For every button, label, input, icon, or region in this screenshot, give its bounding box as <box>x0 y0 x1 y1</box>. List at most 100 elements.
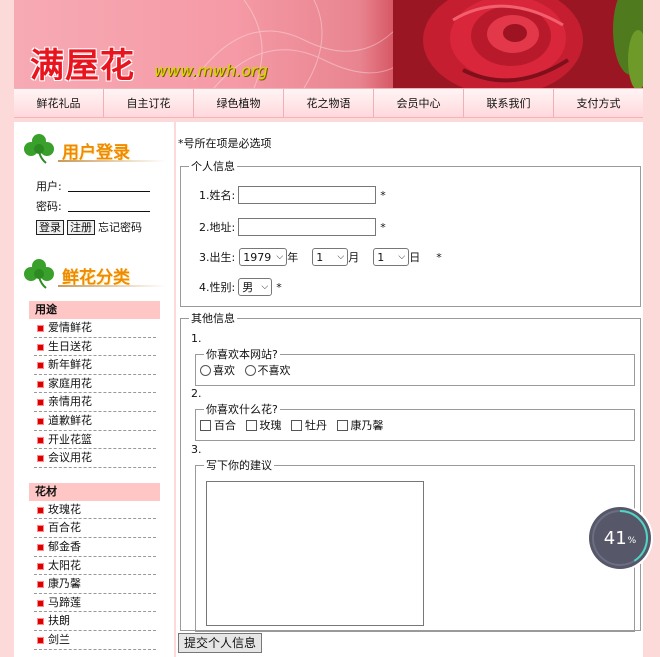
personal-info-fieldset: 个人信息 1.姓名: * 2.地址: * 3.出生: 1979 ⌵ 年 1 ⌵ … <box>180 158 641 307</box>
chevron-down-icon: ⌵ <box>398 252 406 262</box>
list-item[interactable]: 马蹄莲 <box>34 594 156 613</box>
main-content: *号所在项是必选项 个人信息 1.姓名: * 2.地址: * 3.出生: 197… <box>176 122 643 657</box>
checkbox-label: 牡丹 <box>305 419 327 432</box>
list-item[interactable]: 爱情鲜花 <box>34 319 156 338</box>
other-info-legend: 其他信息 <box>191 312 235 325</box>
list-item[interactable]: 百合花 <box>34 519 156 538</box>
list-item[interactable]: 郁金香 <box>34 538 156 557</box>
checkbox-peony[interactable]: 牡丹 <box>291 417 327 433</box>
progress-unit: % <box>627 536 637 546</box>
checkbox[interactable] <box>336 419 348 431</box>
birth-day-select[interactable]: 1 ⌵ <box>373 248 410 266</box>
title-underline <box>58 160 166 162</box>
nav-item-green-plants[interactable]: 绿色植物 <box>194 89 284 117</box>
clover-icon <box>24 134 54 164</box>
checkbox-label: 玫瑰 <box>259 419 282 432</box>
nav-item-flower-stories[interactable]: 花之物语 <box>284 89 374 117</box>
question-1-fieldset: 你喜欢本网站? 喜欢 不喜欢 <box>195 346 635 386</box>
checkbox[interactable] <box>291 419 302 431</box>
gender-row: 4.性别: 男 ⌵ * <box>199 278 282 296</box>
name-input[interactable] <box>238 186 377 204</box>
list-item[interactable]: 会议用花 <box>34 449 156 468</box>
address-row: 2.地址: * <box>199 218 386 236</box>
header-banner: 满屋花 www.mwh.org <box>14 0 643 88</box>
radio-label: 喜欢 <box>213 364 235 377</box>
radio-button[interactable] <box>200 364 211 376</box>
list-item[interactable]: 家庭用花 <box>34 375 156 394</box>
month-unit: 月 <box>348 251 360 264</box>
progress-widget[interactable]: 41% <box>589 507 651 569</box>
birth-year-select[interactable]: 1979 ⌵ <box>239 248 288 266</box>
question-2-number: 2. <box>191 387 202 400</box>
birth-day-value: 1 <box>377 250 385 264</box>
checkbox[interactable] <box>200 419 211 431</box>
user-label: 用户: <box>36 180 62 193</box>
chevron-down-icon: ⌵ <box>337 252 345 262</box>
nav-item-contact[interactable]: 联系我们 <box>464 89 554 117</box>
required-star: * <box>436 250 442 264</box>
sidebar: 用户登录 用户: 密码: 登录 注册 忘记密码 鲜花分类 用途 爱情鲜花 生日送… <box>14 122 174 657</box>
list-item[interactable]: 玫瑰花 <box>34 501 156 520</box>
list-item[interactable]: 道歉鲜花 <box>34 412 156 431</box>
user-input[interactable] <box>68 180 150 192</box>
birth-month-value: 1 <box>316 250 324 264</box>
nav-item-custom-order[interactable]: 自主订花 <box>104 89 194 117</box>
nav-item-gifts[interactable]: 鲜花礼品 <box>14 89 104 117</box>
list-item[interactable]: 剑兰 <box>34 631 156 650</box>
suggestion-textarea[interactable] <box>206 481 424 626</box>
rose-image <box>393 0 643 88</box>
required-star: * <box>276 280 282 294</box>
clover-icon <box>24 259 54 289</box>
category-title: 鲜花分类 <box>14 255 174 291</box>
required-note: *号所在项是必选项 <box>178 137 272 150</box>
question-3-number: 3. <box>191 443 202 456</box>
address-input[interactable] <box>238 218 377 236</box>
category-list-material: 玫瑰花 百合花 郁金香 太阳花 康乃馨 马蹄莲 扶朗 剑兰 <box>34 501 156 650</box>
category-heading-usage: 用途 <box>29 301 160 319</box>
logo-url: www.mwh.org <box>154 61 268 80</box>
personal-info-legend: 个人信息 <box>191 160 235 173</box>
birth-label: 3.出生: <box>199 251 236 264</box>
list-item[interactable]: 康乃馨 <box>34 575 156 594</box>
progress-value: 41% <box>589 507 651 569</box>
forgot-password-link[interactable]: 忘记密码 <box>98 219 142 235</box>
other-info-fieldset: 其他信息 1. 你喜欢本网站? 喜欢 不喜欢 2. 你喜欢什么花? 百合 玫瑰 <box>180 310 641 632</box>
login-button[interactable]: 登录 <box>36 219 64 235</box>
gender-select[interactable]: 男 ⌵ <box>238 278 273 296</box>
chevron-down-icon: ⌵ <box>276 252 284 262</box>
checkbox-rose[interactable]: 玫瑰 <box>245 417 282 433</box>
checkbox-carnation[interactable]: 康乃馨 <box>336 417 384 433</box>
question-2-legend: 你喜欢什么花? <box>206 403 278 416</box>
list-item[interactable]: 新年鲜花 <box>34 356 156 375</box>
birth-year-value: 1979 <box>243 250 272 264</box>
year-unit: 年 <box>287 251 299 264</box>
name-row: 1.姓名: * <box>199 186 386 204</box>
list-item[interactable]: 亲情用花 <box>34 393 156 412</box>
list-item[interactable]: 太阳花 <box>34 557 156 576</box>
list-item[interactable]: 扶朗 <box>34 612 156 631</box>
nav-item-member-center[interactable]: 会员中心 <box>374 89 464 117</box>
radio-dislike[interactable]: 不喜欢 <box>244 362 291 378</box>
checkbox-label: 康乃馨 <box>350 419 384 432</box>
category-list-usage: 爱情鲜花 生日送花 新年鲜花 家庭用花 亲情用花 道歉鲜花 开业花篮 会议用花 <box>34 319 156 468</box>
checkbox-lily[interactable]: 百合 <box>200 417 236 433</box>
radio-label: 不喜欢 <box>257 364 291 377</box>
required-star: * <box>380 220 386 234</box>
nav-item-payment[interactable]: 支付方式 <box>554 89 643 117</box>
list-item[interactable]: 开业花篮 <box>34 431 156 450</box>
password-input[interactable] <box>68 200 150 212</box>
password-label: 密码: <box>36 200 62 213</box>
question-3-fieldset: 写下你的建议 <box>195 457 635 632</box>
checkbox-label: 百合 <box>214 419 236 432</box>
radio-button[interactable] <box>244 364 256 376</box>
day-unit: 日 <box>409 251 421 264</box>
birth-month-select[interactable]: 1 ⌵ <box>312 248 349 266</box>
radio-like[interactable]: 喜欢 <box>200 362 235 378</box>
progress-number: 41 <box>603 527 627 549</box>
submit-button[interactable]: 提交个人信息 <box>178 633 263 653</box>
login-form: 用户: 密码: 登录 注册 忘记密码 <box>14 166 174 235</box>
checkbox[interactable] <box>245 419 257 431</box>
register-button[interactable]: 注册 <box>67 219 95 235</box>
question-2-fieldset: 你喜欢什么花? 百合 玫瑰 牡丹 康乃馨 <box>195 401 635 441</box>
list-item[interactable]: 生日送花 <box>34 338 156 357</box>
